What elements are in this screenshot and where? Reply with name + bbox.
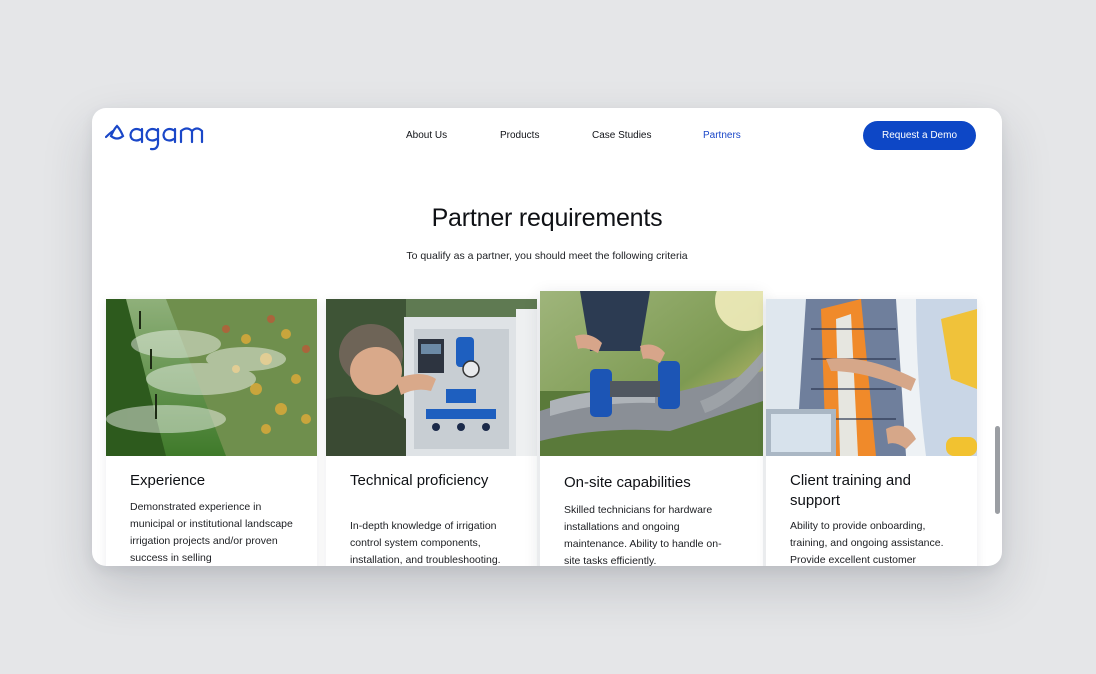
card-title: Experience: [130, 472, 206, 489]
card-client-training-support: Client training and support Ability to p…: [766, 299, 977, 566]
section-subtitle: To qualify as a partner, you should meet…: [406, 250, 688, 262]
nav-about-us[interactable]: About Us: [406, 130, 447, 141]
page-scrollbar[interactable]: [995, 426, 1000, 514]
nav-partners[interactable]: Partners: [703, 130, 741, 141]
nav-products[interactable]: Products: [500, 130, 539, 141]
pipe-valve-field-photo: [540, 291, 763, 456]
card-body: Ability to provide onboarding, training,…: [790, 520, 944, 566]
workers-laptop-photo: [766, 299, 977, 456]
section-title: Partner requirements: [431, 204, 663, 232]
card-title: On-site capabilities: [564, 474, 691, 491]
card-body: Skilled technicians for hardware install…: [564, 504, 722, 566]
card-body: Demonstrated experience in municipal or …: [130, 501, 293, 564]
request-demo-button[interactable]: Request a Demo: [863, 121, 976, 150]
card-title: Technical proficiency: [350, 472, 489, 489]
card-technical-proficiency: Technical proficiency In-depth knowledge…: [326, 299, 537, 566]
card-title: Client training and support: [790, 472, 911, 509]
card-on-site-capabilities: On-site capabilities Skilled technicians…: [540, 291, 763, 566]
card-experience: Experience Demonstrated experience in mu…: [106, 299, 317, 566]
technician-control-panel-photo: [326, 299, 537, 456]
card-body: In-depth knowledge of irrigation control…: [350, 520, 501, 566]
nav-case-studies[interactable]: Case Studies: [592, 130, 651, 141]
sprinklers-photo: [106, 299, 317, 456]
browser-window: agam About Us Products Case Studies Part…: [92, 108, 1002, 566]
